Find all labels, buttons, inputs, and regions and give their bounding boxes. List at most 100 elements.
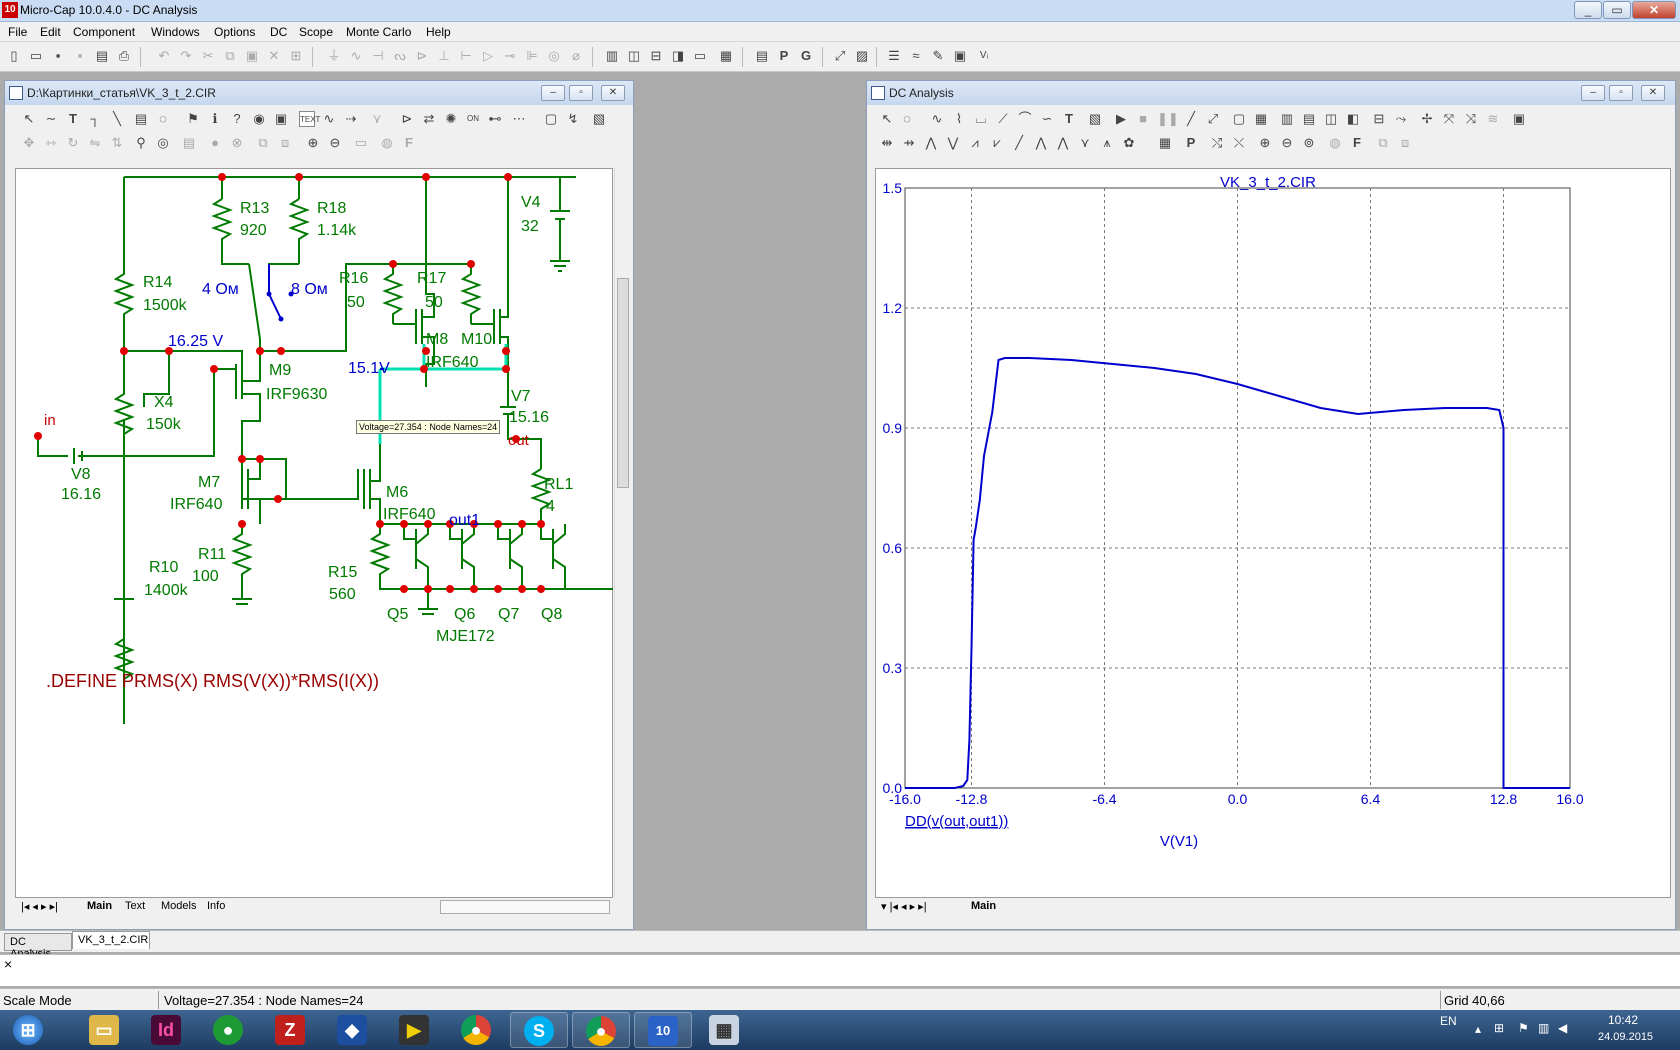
- wire-join-icon[interactable]: ⊷: [487, 111, 503, 127]
- schematic-restore-button[interactable]: ▫: [569, 85, 593, 101]
- next-inflection-icon[interactable]: ⋀: [1033, 135, 1049, 151]
- rotate-icon[interactable]: ↻: [65, 135, 81, 151]
- ground-icon[interactable]: ⏚: [326, 48, 342, 64]
- pause-icon[interactable]: ❚❚: [1157, 111, 1179, 127]
- taskbar-explorer[interactable]: ▭: [76, 1012, 134, 1048]
- stop-run-icon[interactable]: ■: [1135, 111, 1151, 127]
- page-setup-icon[interactable]: ▤: [754, 48, 770, 64]
- component-icon[interactable]: ◉: [251, 111, 267, 127]
- chart-tool-icon[interactable]: ▨: [854, 48, 870, 64]
- tray-up-icon[interactable]: ▴: [1475, 1022, 1481, 1036]
- plot-select-icon[interactable]: ↖: [879, 111, 895, 127]
- plot-table-icon[interactable]: ▦: [1157, 135, 1173, 151]
- plot-frame-icon[interactable]: ▢: [1231, 111, 1247, 127]
- global-low-icon[interactable]: ⋎: [1077, 135, 1093, 151]
- next-low-icon[interactable]: ⩗: [989, 135, 1005, 151]
- node-text-icon[interactable]: TEXT: [299, 111, 320, 127]
- tab-models[interactable]: Models: [161, 900, 196, 912]
- cancel-icon[interactable]: ⊗: [229, 135, 245, 151]
- probe-icon[interactable]: ⌀: [568, 48, 584, 64]
- top-icon[interactable]: ⩚: [1099, 135, 1115, 151]
- window-icon[interactable]: ▭: [692, 48, 708, 64]
- taskbar-indesign[interactable]: Id: [138, 1012, 196, 1048]
- group-icon[interactable]: ⧉: [255, 135, 271, 151]
- plot-cross-icon[interactable]: ⤧: [1441, 111, 1457, 127]
- find-icon[interactable]: ⚲: [133, 135, 149, 151]
- plot-zoom-fit-icon[interactable]: ⊚: [1301, 135, 1317, 151]
- flag-icon[interactable]: ⚑: [185, 111, 201, 127]
- start-button[interactable]: ⊞: [4, 1012, 52, 1048]
- doc-tab-schematic[interactable]: VK_3_t_2.CIR: [72, 931, 150, 949]
- cursor-icon[interactable]: ↯: [565, 111, 581, 127]
- capacitor-icon[interactable]: ⊣: [370, 48, 386, 64]
- note-icon[interactable]: ▤: [133, 111, 149, 127]
- next-high-icon[interactable]: ⩘: [967, 135, 983, 151]
- menu-help[interactable]: Help: [426, 25, 451, 39]
- tile-vertical-icon[interactable]: ◫: [626, 48, 642, 64]
- line-icon[interactable]: ╲: [109, 111, 125, 127]
- ungroup-icon[interactable]: ⧈: [277, 135, 293, 151]
- cascade-icon[interactable]: ▥: [604, 48, 620, 64]
- plot-peak-icon[interactable]: ⌇: [951, 111, 967, 127]
- plot-high-icon[interactable]: ⌒: [1017, 111, 1033, 127]
- app-icon[interactable]: 10: [2, 2, 18, 18]
- split-window-icon[interactable]: ◨: [670, 48, 686, 64]
- grid-icon[interactable]: ⋯: [511, 111, 527, 127]
- plot-tab-nav-icon[interactable]: ▾ |◂ ◂ ▸ ▸|: [881, 900, 927, 913]
- plot-split-icon[interactable]: ◧: [1345, 111, 1361, 127]
- taskbar-skype[interactable]: S: [510, 1012, 568, 1048]
- plot-color-icon[interactable]: ◍: [1327, 135, 1343, 151]
- flip-icon[interactable]: ⇋: [87, 135, 103, 151]
- opamp-icon[interactable]: ▷: [480, 48, 496, 64]
- switch-icon[interactable]: ⊸: [502, 48, 518, 64]
- menu-component[interactable]: Component: [73, 25, 135, 39]
- menu-edit[interactable]: Edit: [40, 25, 61, 39]
- tray-date[interactable]: 24.09.2015: [1598, 1031, 1653, 1043]
- command-close-icon[interactable]: ×: [4, 956, 12, 972]
- ortho-wire-icon[interactable]: ┐: [87, 111, 103, 127]
- tile-horizontal-icon[interactable]: ⊟: [648, 48, 664, 64]
- taskbar-app-blue[interactable]: ◆: [324, 1012, 382, 1048]
- probe-tool-icon[interactable]: ⤢: [832, 48, 848, 64]
- tray-volume-icon[interactable]: ◀: [1558, 1021, 1567, 1035]
- select-all-icon[interactable]: ⊞: [288, 48, 304, 64]
- g-icon[interactable]: G: [798, 48, 814, 64]
- tab-nav-first-icon[interactable]: |◂ ◂ ▸ ▸|: [21, 900, 58, 913]
- schematic-close-button[interactable]: ✕: [601, 85, 625, 101]
- wire-icon[interactable]: ∼: [43, 111, 59, 127]
- plot-tag-right-icon[interactable]: ⤬: [1231, 135, 1247, 151]
- taskbar-app-video[interactable]: ▶: [386, 1012, 444, 1048]
- doc-tab-dc-analysis[interactable]: DC Analysis: [4, 933, 72, 960]
- plot-point-icon[interactable]: ⤨: [1463, 111, 1479, 127]
- save-icon[interactable]: ▪: [50, 48, 66, 64]
- plot-palette-icon[interactable]: ✿: [1121, 135, 1137, 151]
- f-icon[interactable]: F: [401, 135, 417, 151]
- plot-smooth-icon[interactable]: ≋: [1485, 111, 1501, 127]
- menu-options[interactable]: Options: [214, 25, 255, 39]
- taskbar-app-green[interactable]: ●: [200, 1012, 258, 1048]
- inductor-icon[interactable]: ᔓ: [392, 48, 408, 64]
- tray-time[interactable]: 10:42: [1608, 1013, 1638, 1027]
- plot-bottom-icon[interactable]: ⊟: [1371, 111, 1387, 127]
- scale-icon[interactable]: ⤢: [1205, 111, 1221, 127]
- battery-icon[interactable]: ⊥: [436, 48, 452, 64]
- binoculars-icon[interactable]: ◎: [155, 135, 171, 151]
- taskbar-filezilla[interactable]: Z: [262, 1012, 320, 1048]
- menu-dc[interactable]: DC: [270, 25, 287, 39]
- zoom-in-icon[interactable]: ⊕: [305, 135, 321, 151]
- plot-minor-grid-icon[interactable]: ◫: [1323, 111, 1339, 127]
- cursor-left-icon[interactable]: ⇹: [879, 135, 895, 151]
- calculator-icon[interactable]: ▦: [718, 48, 734, 64]
- tangent-icon[interactable]: ╱: [1183, 111, 1199, 127]
- print-preview-icon[interactable]: ▤: [94, 48, 110, 64]
- stretch-icon[interactable]: ⇿: [43, 135, 59, 151]
- plot-properties-icon[interactable]: ▣: [952, 48, 968, 64]
- menu-scope[interactable]: Scope: [299, 25, 333, 39]
- close-button[interactable]: ✕: [1632, 1, 1676, 19]
- on-icon[interactable]: ON: [465, 111, 481, 127]
- plot-tag-left-icon[interactable]: ⤭: [1209, 135, 1225, 151]
- plot-close-button[interactable]: ✕: [1641, 85, 1665, 101]
- cursor-right-icon[interactable]: ⇸: [901, 135, 917, 151]
- plot-minimize-button[interactable]: –: [1581, 85, 1605, 101]
- plot-f-icon[interactable]: F: [1349, 135, 1365, 151]
